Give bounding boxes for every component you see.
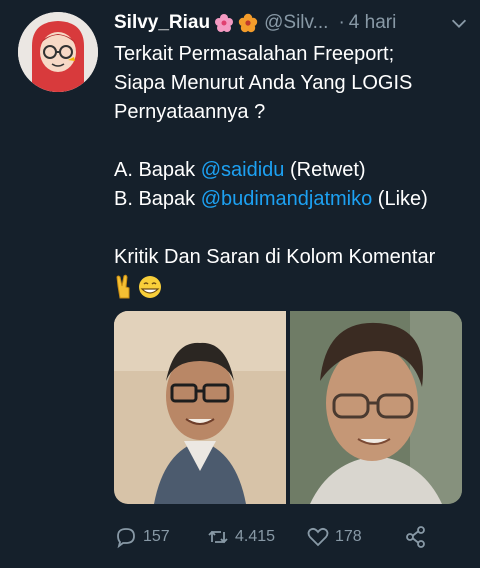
share-button[interactable] bbox=[404, 525, 428, 549]
reply-button[interactable]: 157 bbox=[114, 525, 206, 549]
grinning-face-icon bbox=[139, 275, 161, 298]
like-count: 178 bbox=[335, 528, 362, 545]
photo-left[interactable] bbox=[114, 311, 286, 504]
media-gallery[interactable] bbox=[114, 311, 462, 504]
text-line: Kritik Dan Saran di Kolom Komentar bbox=[114, 246, 436, 268]
option-b-suffix: (Like) bbox=[377, 188, 428, 210]
man-with-glasses-photo bbox=[114, 311, 286, 504]
emoji-line bbox=[114, 272, 470, 301]
option-a-prefix: A. Bapak bbox=[114, 159, 196, 181]
heart-icon bbox=[307, 527, 329, 547]
chevron-down-icon[interactable] bbox=[448, 12, 470, 34]
retweet-button[interactable]: 4.415 bbox=[206, 525, 306, 549]
separator-dot: · bbox=[338, 12, 345, 33]
user-handle[interactable]: @Silv... bbox=[264, 12, 328, 34]
share-icon bbox=[406, 526, 425, 548]
retweet-icon bbox=[208, 530, 228, 544]
option-a-line: A. Bapak @saididu (Retwet) bbox=[114, 156, 470, 185]
avatar[interactable] bbox=[18, 12, 98, 92]
mention-budimandjatmiko-link[interactable]: @budimandjatmiko bbox=[201, 188, 373, 210]
option-b-prefix: B. Bapak bbox=[114, 188, 196, 210]
display-name[interactable]: Silvy_Riau bbox=[114, 12, 210, 34]
victory-hand-icon bbox=[116, 274, 130, 299]
option-b-line: B. Bapak @budimandjatmiko (Like) bbox=[114, 185, 470, 214]
timestamp[interactable]: 4 hari bbox=[349, 12, 397, 34]
hibiscus-icon bbox=[238, 13, 258, 33]
text-line: Siapa Menurut Anda Yang LOGIS bbox=[114, 72, 413, 94]
reply-count: 157 bbox=[143, 528, 170, 545]
text-line: Pernyataannya ? bbox=[114, 101, 266, 123]
reply-icon bbox=[117, 528, 135, 549]
tweet-header: Silvy_Riau @Silv... · 4 hari bbox=[114, 10, 470, 36]
retweet-count: 4.415 bbox=[235, 528, 276, 545]
tweet-text: Terkait Permasalahan Freeport; Siapa Men… bbox=[114, 40, 470, 301]
emoji-group bbox=[116, 274, 161, 299]
mention-saididu-link[interactable]: @saididu bbox=[201, 159, 285, 181]
young-man-with-glasses-photo bbox=[290, 311, 462, 504]
avatar-illustration bbox=[18, 12, 98, 92]
text-line: Terkait Permasalahan Freeport; bbox=[114, 43, 395, 65]
cherry-blossom-icon bbox=[214, 13, 234, 33]
photo-right[interactable] bbox=[290, 311, 462, 504]
option-a-suffix: (Retwet) bbox=[289, 159, 366, 181]
tweet-actions: 157 4.415 178 bbox=[114, 522, 454, 552]
like-button[interactable]: 178 bbox=[306, 525, 404, 549]
